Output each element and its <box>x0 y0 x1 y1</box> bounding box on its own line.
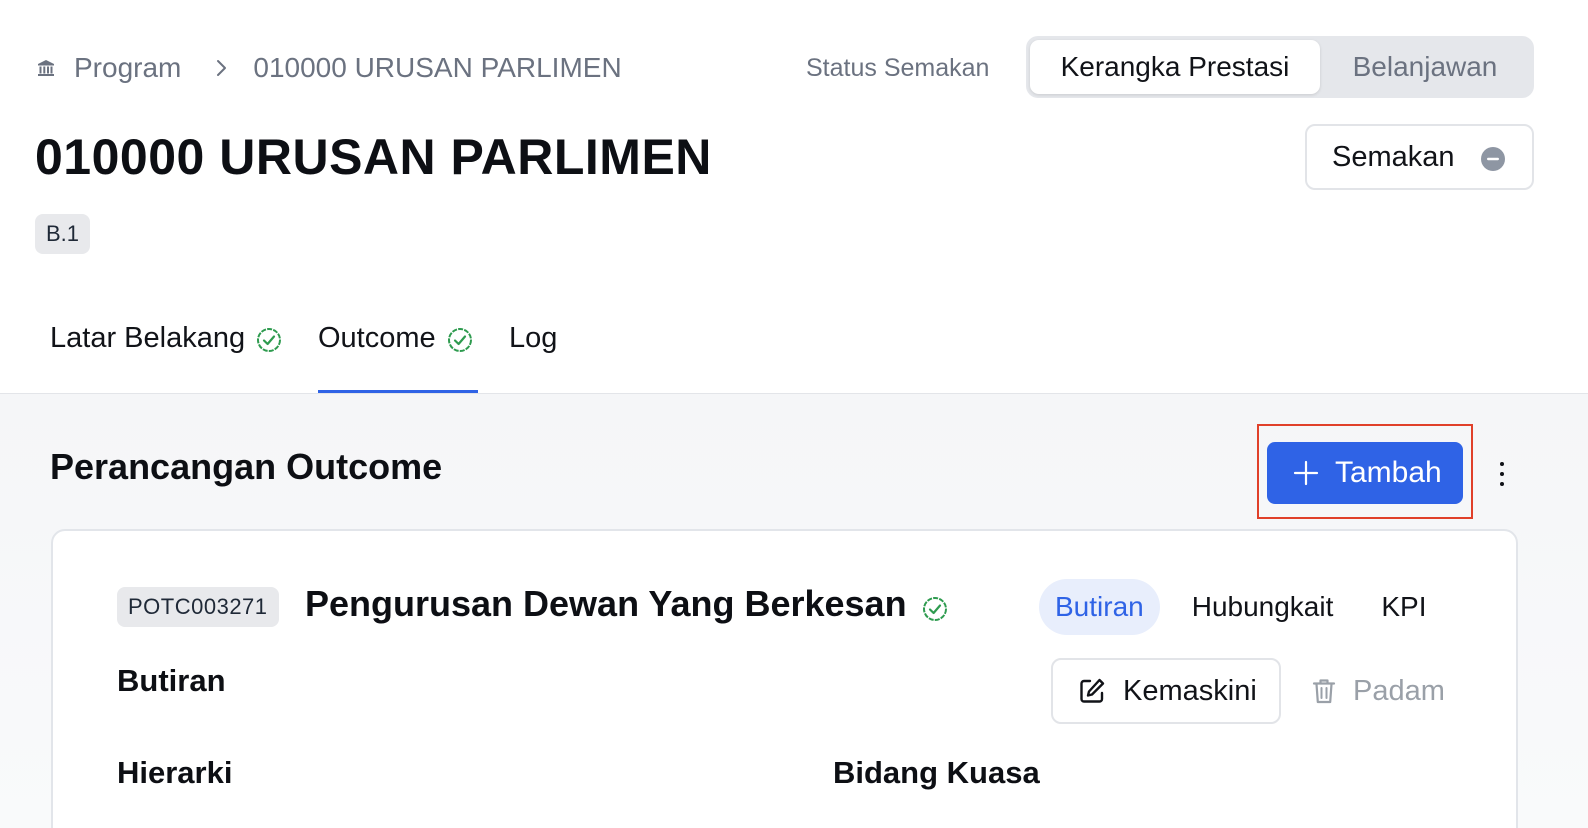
tab-log-label: Log <box>509 322 558 354</box>
bidang-kuasa-heading: Bidang Kuasa <box>833 755 1040 790</box>
tab-log[interactable]: Log <box>509 318 557 394</box>
edit-icon <box>1077 676 1107 706</box>
check-badge-icon <box>921 595 949 623</box>
trash-icon <box>1309 676 1339 706</box>
hierarki-heading: Hierarki <box>117 755 233 790</box>
kemaskini-button-label: Kemaskini <box>1123 674 1257 707</box>
kebab-menu-icon[interactable] <box>1490 458 1514 490</box>
tab-latar-belakang[interactable]: Latar Belakang <box>50 318 318 394</box>
chevron-right-icon <box>211 58 231 78</box>
page-header: Program 010000 URUSAN PARLIMEN Status Se… <box>0 0 1588 394</box>
status-semakan-label: Status Semakan <box>806 54 990 82</box>
plus-icon <box>1293 460 1319 486</box>
padam-button-label: Padam <box>1353 674 1445 707</box>
inner-tab-butiran[interactable]: Butiran <box>1039 579 1160 635</box>
outcome-card: POTC003271 Pengurusan Dewan Yang Berkesa… <box>51 529 1518 828</box>
butiran-heading: Butiran <box>117 663 226 698</box>
toggle-kerangka-prestasi[interactable]: Kerangka Prestasi <box>1030 40 1320 94</box>
main-tabs: Latar Belakang Outcome Log <box>50 318 557 394</box>
check-badge-icon <box>255 326 283 354</box>
tab-outcome-label: Outcome <box>318 322 436 354</box>
tab-outcome[interactable]: Outcome <box>318 318 478 394</box>
view-toggle: Kerangka Prestasi Belanjawan <box>1026 36 1534 98</box>
outcome-title: Pengurusan Dewan Yang Berkesan <box>305 583 907 624</box>
breadcrumb: Program 010000 URUSAN PARLIMEN <box>36 48 622 88</box>
semakan-button-label: Semakan <box>1332 140 1455 173</box>
outcome-inner-tabs: Butiran Hubungkait KPI <box>1039 579 1443 635</box>
tambah-button-label: Tambah <box>1335 456 1442 489</box>
program-code-badge: B.1 <box>35 214 91 254</box>
inner-tab-kpi[interactable]: KPI <box>1365 579 1442 635</box>
breadcrumb-current: 010000 URUSAN PARLIMEN <box>253 52 622 83</box>
tambah-button[interactable]: Tambah <box>1267 442 1463 504</box>
kemaskini-button[interactable]: Kemaskini <box>1051 658 1281 724</box>
tab-latar-belakang-label: Latar Belakang <box>50 322 246 354</box>
breadcrumb-program-link[interactable]: Program <box>74 52 181 84</box>
inner-tab-hubungkait[interactable]: Hubungkait <box>1176 579 1350 635</box>
bank-icon[interactable] <box>36 58 56 78</box>
outcome-code-badge: POTC003271 <box>117 587 279 627</box>
check-badge-icon <box>446 326 474 354</box>
page-title: 010000 URUSAN PARLIMEN <box>35 129 712 185</box>
main-content: Perancangan Outcome Tambah POTC003271 Pe… <box>0 394 1588 828</box>
toggle-belanjawan[interactable]: Belanjawan <box>1320 40 1530 94</box>
minus-circle-icon <box>1480 146 1506 172</box>
section-title: Perancangan Outcome <box>50 446 443 487</box>
padam-button[interactable]: Padam <box>1309 662 1445 720</box>
semakan-button[interactable]: Semakan <box>1305 124 1534 190</box>
